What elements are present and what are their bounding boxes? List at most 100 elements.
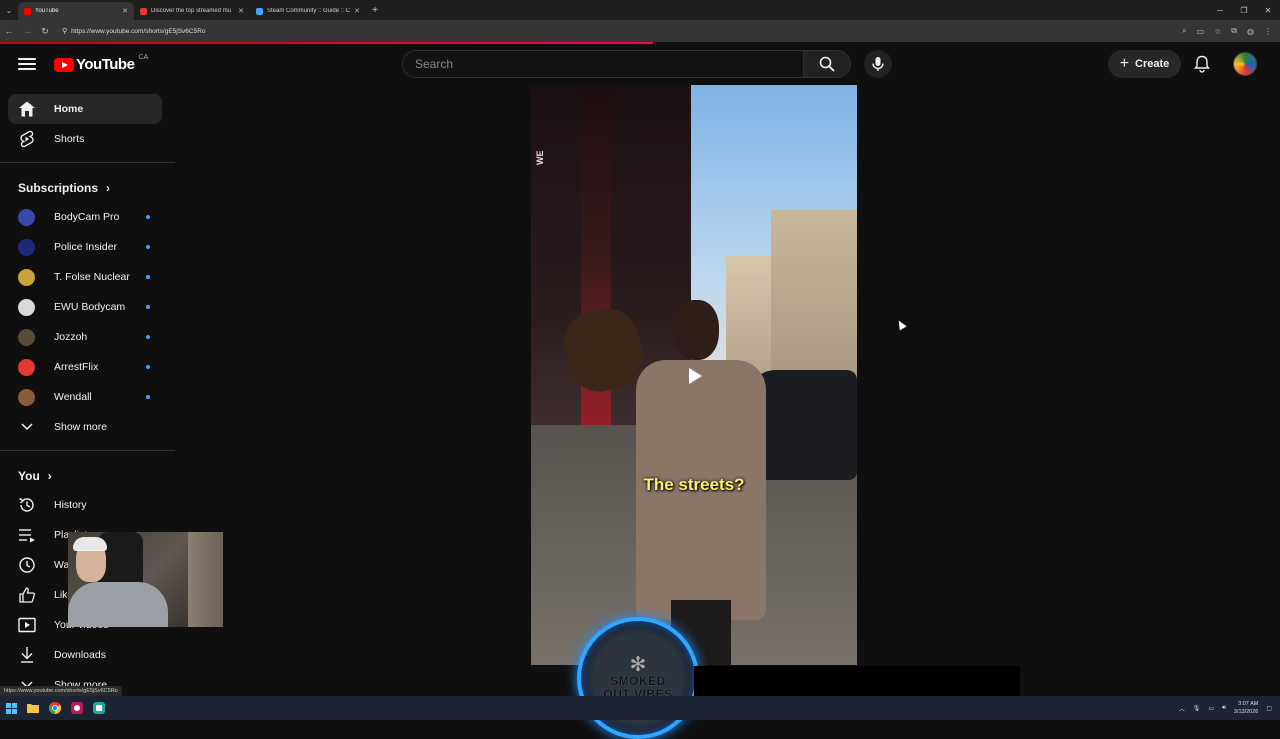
notifications-bell-icon[interactable] <box>1192 54 1212 74</box>
close-window-icon[interactable]: ✕ <box>1256 6 1280 15</box>
profile-icon[interactable]: ◍ <box>1247 27 1254 36</box>
address-bar: ← → ↻ ⚲ https://www.youtube.com/shorts/g… <box>0 20 1280 42</box>
sidebar-item-subscription[interactable]: BodyCam Pro <box>8 202 162 232</box>
hamburger-menu-icon[interactable] <box>18 56 36 72</box>
webcam-person-cap <box>73 537 107 551</box>
chevron-right-icon: › <box>47 469 52 483</box>
browser-tab-music[interactable]: Discover the top streamed mu ✕ <box>134 2 250 20</box>
chrome-icon[interactable] <box>44 696 66 720</box>
browser-tab-youtube[interactable]: YouTube ✕ <box>18 2 134 20</box>
sidebar-item-history[interactable]: History <box>8 490 162 520</box>
sidebar-item-label: Show more <box>54 421 108 433</box>
sidebar-item-subscription[interactable]: ArrestFlix <box>8 352 162 382</box>
sidebar-item-downloads[interactable]: Downloads <box>8 640 162 670</box>
sidebar-item-label: Downloads <box>54 649 106 661</box>
search-box <box>402 50 803 78</box>
sidebar-divider <box>0 162 175 163</box>
webcam-overlay <box>68 532 223 627</box>
extensions-icon[interactable]: ⧉ <box>1231 26 1237 36</box>
youtube-page: YouTube CA + Create Home <box>0 44 1280 739</box>
channel-name: Police Insider <box>54 241 118 253</box>
play-icon[interactable] <box>679 361 709 391</box>
url-field[interactable]: ⚲ https://www.youtube.com/shorts/gE5jSv6… <box>62 27 206 36</box>
music-favicon-icon <box>140 7 147 15</box>
channel-name: EWU Bodycam <box>54 301 126 313</box>
close-icon[interactable]: ✕ <box>238 7 244 15</box>
country-code: CA <box>138 54 149 61</box>
sidebar-item-home[interactable]: Home <box>8 94 162 124</box>
taskbar-clock[interactable]: 3:07 AM 3/13/2026 <box>1234 700 1258 716</box>
tab-search-icon[interactable]: ⌄ <box>0 0 18 20</box>
address-bar-actions: ⌕ ▭ ☆ ⧉ ◍ ⋮ <box>1182 20 1272 42</box>
download-icon <box>17 645 37 665</box>
sidebar-item-subscription[interactable]: EWU Bodycam <box>8 292 162 322</box>
shorts-video-player[interactable]: WE The streets? <box>531 85 857 665</box>
channel-avatar <box>18 238 35 256</box>
browser-tab-bar: ⌄ YouTube ✕ Discover the top streamed mu… <box>0 0 1280 20</box>
search-button[interactable] <box>803 50 851 78</box>
network-icon[interactable]: ▭ <box>1208 705 1214 712</box>
channel-name: Wendall <box>54 391 92 403</box>
account-avatar[interactable] <box>1233 52 1257 76</box>
zoom-icon[interactable]: ⌕ <box>1182 26 1186 36</box>
minimize-icon[interactable]: ─ <box>1208 6 1232 15</box>
app-icon-purple[interactable] <box>66 696 88 720</box>
tab-label: Steam Community :: Guide :: C <box>267 8 351 14</box>
browser-menu-icon[interactable]: ⋮ <box>1264 27 1272 36</box>
leaf-icon: ✻ <box>629 654 647 676</box>
subscriptions-title: Subscriptions <box>18 181 99 195</box>
video-person-head <box>673 300 719 360</box>
create-button[interactable]: + Create <box>1108 50 1181 78</box>
video-sign-text: WE <box>535 150 545 166</box>
playlist-icon <box>17 525 37 545</box>
channel-name: Jozzoh <box>54 331 88 343</box>
voice-search-button[interactable] <box>864 50 892 78</box>
sidebar-item-subscription[interactable]: Wendall <box>8 382 162 412</box>
tray-overflow-chevron-icon[interactable]: ︿ <box>1179 704 1185 713</box>
windows-taskbar: ︿ 🎙︎ ▭ 🔊︎ 3:07 AM 3/13/2026 ▢ <box>0 696 1280 720</box>
sidebar-item-subscription[interactable]: T. Folse Nuclear <box>8 262 162 292</box>
forward-arrow-icon[interactable]: → <box>18 26 36 36</box>
windows-start-icon[interactable] <box>0 696 22 720</box>
channel-name: BodyCam Pro <box>54 211 120 223</box>
channel-avatar <box>18 268 35 286</box>
cast-icon[interactable]: ▭ <box>1197 27 1205 36</box>
new-tab-plus-icon[interactable]: + <box>366 5 384 16</box>
tab-label: YouTube <box>35 8 59 14</box>
app-icon-green[interactable] <box>88 696 110 720</box>
sidebar-item-subscription[interactable]: Jozzoh <box>8 322 162 352</box>
thumbs-up-icon <box>17 585 37 605</box>
new-content-dot <box>146 245 150 249</box>
sidebar-item-label: Shorts <box>54 133 85 145</box>
webcam-curtain <box>188 532 223 627</box>
subscriptions-heading[interactable]: Subscriptions › <box>18 181 110 195</box>
sidebar-item-shorts[interactable]: Shorts <box>8 124 162 154</box>
microphone-tray-icon[interactable]: 🎙︎ <box>1193 705 1201 712</box>
window-controls: ─ ❐ ✕ <box>1208 0 1280 20</box>
reload-icon[interactable]: ↻ <box>36 26 54 37</box>
status-bar-url: https://www.youtube.com/shorts/gE5jSv6C5… <box>0 686 122 696</box>
history-icon <box>17 495 37 515</box>
sidebar-item-subscription[interactable]: Police Insider <box>8 232 162 262</box>
file-explorer-icon[interactable] <box>22 696 44 720</box>
masthead: YouTube CA + Create <box>0 44 1280 86</box>
volume-icon[interactable]: 🔊︎ <box>1222 705 1226 712</box>
bookmark-star-icon[interactable]: ☆ <box>1214 27 1221 36</box>
maximize-icon[interactable]: ❐ <box>1232 6 1256 15</box>
channel-avatar <box>18 208 35 226</box>
search-input[interactable] <box>415 57 803 71</box>
sidebar-item-show-more[interactable]: Show more <box>8 412 162 442</box>
notification-center-icon[interactable]: ▢ <box>1266 705 1272 712</box>
site-info-icon[interactable]: ⚲ <box>62 27 67 35</box>
chevron-right-icon: › <box>106 181 111 195</box>
back-arrow-icon[interactable]: ← <box>0 26 18 36</box>
close-icon[interactable]: ✕ <box>354 7 360 15</box>
browser-tab-steam[interactable]: Steam Community :: Guide :: C ✕ <box>250 2 366 20</box>
youtube-logo[interactable]: YouTube CA <box>54 54 149 73</box>
url-text: https://www.youtube.com/shorts/gE5jSv6C5… <box>71 27 206 35</box>
mouse-cursor-icon <box>895 318 907 331</box>
you-heading[interactable]: You › <box>18 469 52 483</box>
you-title: You <box>18 469 40 483</box>
close-icon[interactable]: ✕ <box>122 7 128 15</box>
channel-avatar <box>18 298 35 316</box>
